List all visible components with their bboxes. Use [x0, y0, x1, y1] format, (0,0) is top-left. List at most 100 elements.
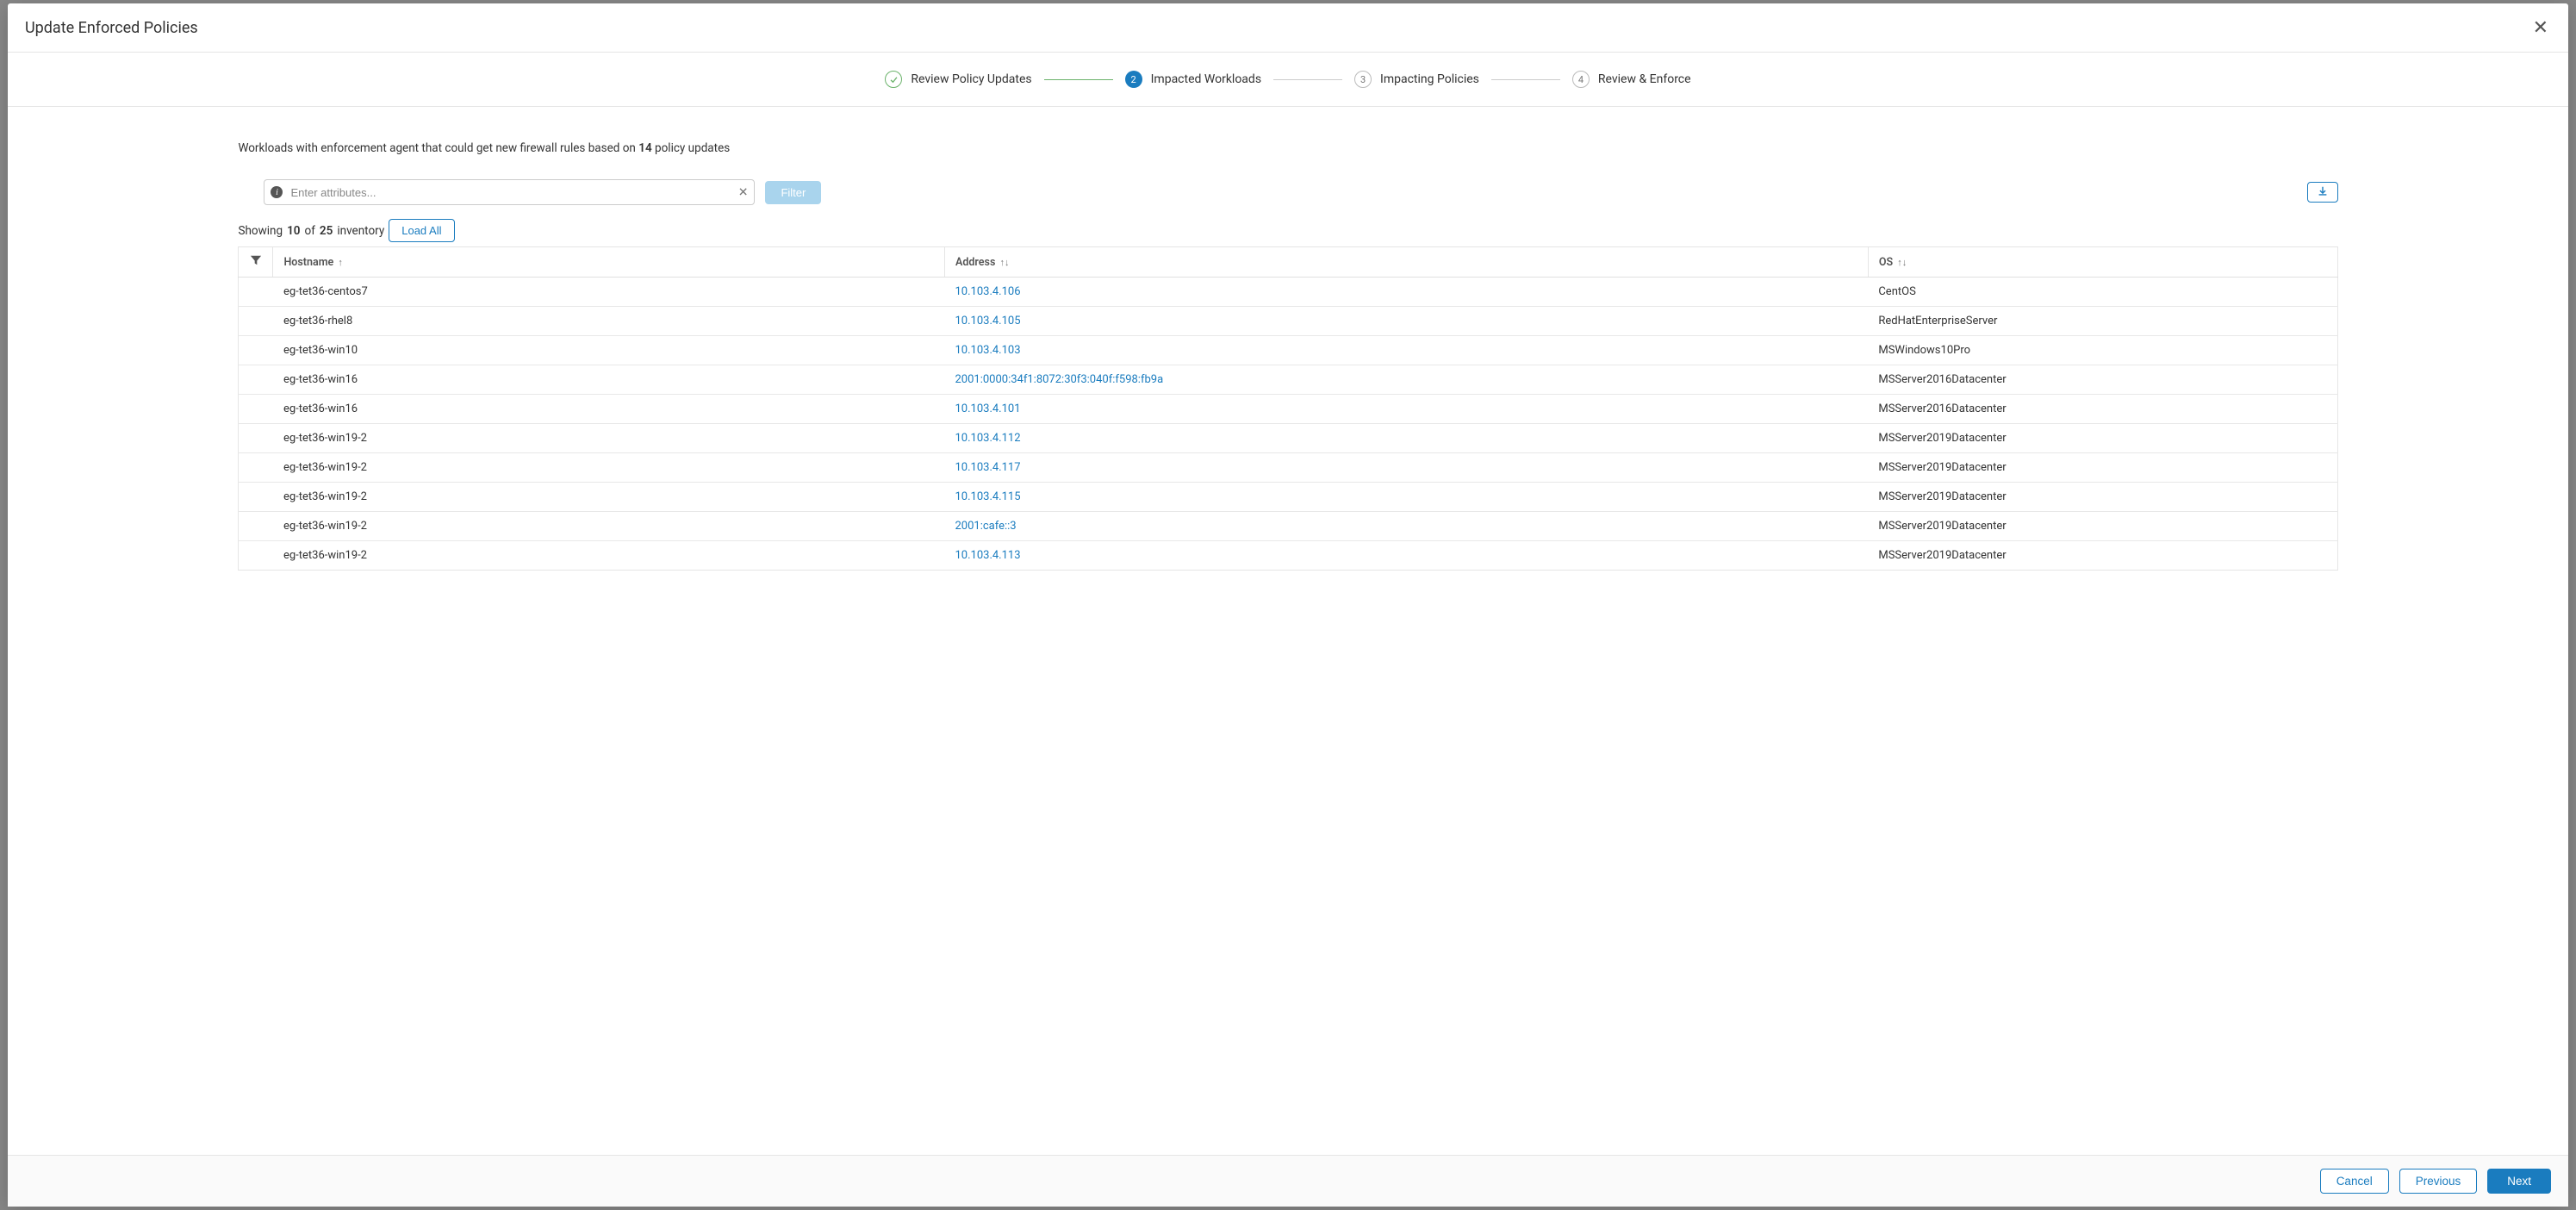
check-icon: [885, 71, 902, 88]
stepper: Review Policy Updates 2 Impacted Workloa…: [8, 53, 2568, 107]
modal-body: Workloads with enforcement agent that co…: [8, 107, 2568, 1155]
address-cell: 10.103.4.103: [944, 336, 1868, 365]
step-review-enforce[interactable]: 4 Review & Enforce: [1572, 71, 1691, 88]
address-link[interactable]: 10.103.4.112: [955, 432, 1020, 445]
column-address[interactable]: Address ↑↓: [944, 247, 1868, 278]
load-all-button[interactable]: Load All: [389, 219, 454, 242]
table-row: eg-tet36-win19-2 2001:cafe::3 MSServer2019…: [239, 512, 2337, 541]
close-icon: ✕: [2533, 16, 2548, 38]
os-cell: MSServer2019Datacenter: [1868, 512, 2337, 541]
close-icon: ✕: [738, 185, 749, 199]
modal-backdrop: Update Enforced Policies ✕ Review Policy…: [0, 0, 2576, 1210]
modal: Update Enforced Policies ✕ Review Policy…: [8, 3, 2568, 1207]
next-button[interactable]: Next: [2487, 1169, 2551, 1194]
hostname-cell: eg-tet36-centos7: [273, 278, 945, 307]
download-button[interactable]: [2307, 182, 2338, 203]
filter-input-wrapper: i ✕: [264, 179, 755, 205]
address-link[interactable]: 10.103.4.113: [955, 549, 1020, 562]
address-cell: 2001:cafe::3: [944, 512, 1868, 541]
hostname-cell: eg-tet36-win19-2: [273, 512, 945, 541]
row-filter-cell: [239, 307, 273, 336]
step-label: Review Policy Updates: [911, 72, 1031, 86]
table-row: eg-tet36-win19-2 10.103.4.117 MSServer2019…: [239, 453, 2337, 483]
filter-button[interactable]: Filter: [765, 181, 821, 204]
address-link[interactable]: 10.103.4.106: [955, 285, 1020, 298]
column-label: OS: [1879, 256, 1893, 269]
address-link[interactable]: 10.103.4.105: [955, 315, 1020, 327]
cancel-button[interactable]: Cancel: [2320, 1169, 2389, 1194]
hostname-cell: eg-tet36-win19-2: [273, 424, 945, 453]
step-number-icon: 4: [1572, 71, 1590, 88]
row-filter-cell: [239, 541, 273, 571]
address-cell: 2001:0000:34f1:8072:30f3:040f:f598:fb9a: [944, 365, 1868, 395]
address-link[interactable]: 10.103.4.103: [955, 344, 1020, 357]
step-number-icon: 3: [1354, 71, 1372, 88]
row-filter-cell: [239, 278, 273, 307]
address-link[interactable]: 10.103.4.115: [955, 490, 1020, 503]
os-cell: MSServer2019Datacenter: [1868, 483, 2337, 512]
clear-input-button[interactable]: ✕: [738, 185, 749, 200]
hostname-cell: eg-tet36-rhel8: [273, 307, 945, 336]
address-link[interactable]: 10.103.4.117: [955, 461, 1020, 474]
close-button[interactable]: ✕: [2530, 18, 2551, 37]
column-os[interactable]: OS ↑↓: [1868, 247, 2337, 278]
stepper-divider: [1044, 79, 1113, 80]
os-cell: MSServer2016Datacenter: [1868, 395, 2337, 424]
step-number-icon: 2: [1125, 71, 1142, 88]
os-cell: MSServer2019Datacenter: [1868, 453, 2337, 483]
previous-button[interactable]: Previous: [2399, 1169, 2478, 1194]
table-row: eg-tet36-win1010.103.4.103MSWindows10Pro: [239, 336, 2337, 365]
row-filter-cell: [239, 512, 273, 541]
table-row: eg-tet36-centos710.103.4.106CentOS: [239, 278, 2337, 307]
address-cell: 10.103.4.105: [944, 307, 1868, 336]
step-review-updates[interactable]: Review Policy Updates: [885, 71, 1031, 88]
stepper-divider: [1491, 79, 1560, 80]
address-cell: 10.103.4.117: [944, 453, 1868, 483]
hostname-cell: eg-tet36-win16: [273, 365, 945, 395]
workloads-table: Hostname ↑ Address ↑↓ OS ↑↓: [238, 246, 2337, 571]
address-link[interactable]: 10.103.4.101: [955, 402, 1020, 415]
step-impacting-policies[interactable]: 3 Impacting Policies: [1354, 71, 1479, 88]
table-row: eg-tet36-win16 10.103.4.101 MSServer2016Da…: [239, 395, 2337, 424]
hostname-cell: eg-tet36-win10: [273, 336, 945, 365]
hostname-cell: eg-tet36-win19-2: [273, 541, 945, 571]
row-filter-cell: [239, 365, 273, 395]
address-cell: 10.103.4.115: [944, 483, 1868, 512]
address-cell: 10.103.4.101: [944, 395, 1868, 424]
address-link[interactable]: 2001:0000:34f1:8072:30f3:040f:f598:fb9a: [955, 373, 1163, 386]
sort-icon: ↑↓: [1897, 257, 1907, 268]
column-label: Address: [955, 256, 995, 269]
filter-row: i ✕ Filter: [238, 179, 2337, 205]
inventory-count: Showing 10 of 25 inventory Load All: [238, 219, 2337, 242]
step-impacted-workloads[interactable]: 2 Impacted Workloads: [1125, 71, 1261, 88]
table-row: eg-tet36-win19-2 10.103.4.113 MSServer2019…: [239, 541, 2337, 571]
info-icon: i: [271, 186, 283, 198]
funnel-icon: [250, 254, 262, 270]
step-label: Impacted Workloads: [1151, 72, 1261, 86]
row-filter-cell: [239, 483, 273, 512]
column-label: Hostname: [283, 256, 333, 269]
row-filter-cell: [239, 395, 273, 424]
os-cell: MSServer2019Datacenter: [1868, 424, 2337, 453]
hostname-cell: eg-tet36-win16: [273, 395, 945, 424]
column-filter[interactable]: [239, 247, 273, 278]
modal-header: Update Enforced Policies ✕: [8, 3, 2568, 53]
table-row: eg-tet36-win16 2001:0000:34f1:8072:30f3:0…: [239, 365, 2337, 395]
stepper-divider: [1273, 79, 1342, 80]
filter-input[interactable]: [264, 179, 755, 205]
modal-title: Update Enforced Policies: [25, 19, 198, 37]
os-cell: MSServer2019Datacenter: [1868, 541, 2337, 571]
column-hostname[interactable]: Hostname ↑: [273, 247, 945, 278]
os-cell: RedHatEnterpriseServer: [1868, 307, 2337, 336]
table-row: eg-tet36-rhel8 10.103.4.105 RedHatEnterpri…: [239, 307, 2337, 336]
row-filter-cell: [239, 336, 273, 365]
address-cell: 10.103.4.113: [944, 541, 1868, 571]
address-cell: 10.103.4.106: [944, 278, 1868, 307]
row-filter-cell: [239, 424, 273, 453]
hostname-cell: eg-tet36-win19-2: [273, 453, 945, 483]
row-filter-cell: [239, 453, 273, 483]
hostname-cell: eg-tet36-win19-2: [273, 483, 945, 512]
workloads-description: Workloads with enforcement agent that co…: [238, 141, 2337, 155]
address-link[interactable]: 2001:cafe::3: [955, 520, 1016, 533]
address-cell: 10.103.4.112: [944, 424, 1868, 453]
